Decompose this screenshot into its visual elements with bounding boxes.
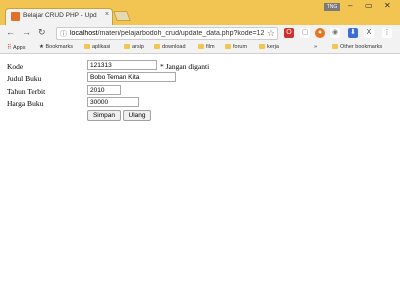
- extension-x-icon[interactable]: X: [364, 28, 374, 38]
- folder-icon: [259, 44, 265, 49]
- tab-title: Belajar CRUD PHP - Upd: [23, 12, 97, 19]
- opera-extension-icon[interactable]: O: [284, 28, 294, 38]
- star-icon: ★: [39, 44, 44, 50]
- browser-titlebar: Belajar CRUD PHP - Upd × ТNG – ▭ ✕: [0, 0, 400, 25]
- kode-input[interactable]: 121313: [87, 60, 157, 70]
- bookmark-star-icon[interactable]: ☆: [267, 28, 275, 39]
- extension-eye-icon[interactable]: ◉: [330, 28, 340, 38]
- simpan-button[interactable]: Simpan: [87, 110, 121, 121]
- bookmark-aplikasi[interactable]: aplikasi: [84, 44, 110, 50]
- forward-icon[interactable]: →: [22, 27, 31, 37]
- folder-icon: [154, 44, 160, 49]
- browser-tab[interactable]: Belajar CRUD PHP - Upd ×: [5, 8, 113, 25]
- field-label: Harga Buku: [7, 99, 44, 108]
- folder-icon: [84, 44, 90, 49]
- bookmark-download[interactable]: download: [154, 44, 186, 50]
- back-icon[interactable]: ←: [6, 27, 15, 37]
- ulang-button[interactable]: Ulang: [123, 110, 151, 121]
- folder-icon: [332, 44, 338, 49]
- kode-note: * Jangan diganti: [160, 62, 210, 71]
- judul-input[interactable]: Bobo Teman Kita: [87, 72, 176, 82]
- address-bar[interactable]: ⓘ localhost/materi/pelajarbodoh_crud/upd…: [56, 27, 278, 40]
- bookmark-bookmarks[interactable]: ★ Bookmarks: [39, 44, 73, 50]
- field-label: Kode: [7, 62, 24, 71]
- bookmark-forum[interactable]: forum: [225, 44, 247, 50]
- page-favicon-icon: [11, 12, 20, 21]
- close-window-icon[interactable]: ✕: [384, 1, 391, 10]
- harga-input[interactable]: 30000: [87, 97, 139, 107]
- minimize-icon[interactable]: –: [348, 1, 352, 10]
- folder-icon: [225, 44, 231, 49]
- browser-toolbar: ← → ↻ ⓘ localhost/materi/pelajarbodoh_cr…: [0, 25, 400, 42]
- maximize-icon[interactable]: ▭: [365, 1, 373, 10]
- url-text[interactable]: localhost/materi/pelajarbodoh_crud/updat…: [70, 30, 265, 37]
- field-label: Judul Buku: [7, 74, 42, 83]
- extension-blue-icon[interactable]: ⬇: [348, 28, 358, 38]
- reload-icon[interactable]: ↻: [38, 27, 46, 38]
- bookmark-apps[interactable]: ⠿ Apps: [7, 44, 25, 51]
- more-bookmarks-icon[interactable]: »: [314, 44, 317, 50]
- bookmark-arsip[interactable]: arsip: [124, 44, 144, 50]
- tahun-input[interactable]: 2010: [87, 85, 121, 95]
- bookmark-other[interactable]: Other bookmarks: [332, 44, 382, 50]
- folder-icon: [198, 44, 204, 49]
- menu-icon[interactable]: ⋮: [382, 28, 392, 38]
- profile-badge[interactable]: ТNG: [324, 3, 340, 11]
- bookmark-kerja[interactable]: kerja: [259, 44, 279, 50]
- bookmarks-bar: ⠿ Apps ★ Bookmarks aplikasi arsip downlo…: [0, 42, 400, 54]
- apps-grid-icon: ⠿: [7, 45, 12, 51]
- field-label: Tahun Terbit: [7, 87, 46, 96]
- bookmark-film[interactable]: film: [198, 44, 215, 50]
- extension-orange-icon[interactable]: ●: [315, 28, 325, 38]
- new-tab-button[interactable]: [113, 11, 131, 21]
- info-icon[interactable]: ⓘ: [60, 29, 67, 39]
- extension-gray-icon[interactable]: ▢: [300, 28, 310, 38]
- folder-icon: [124, 44, 130, 49]
- tab-close-icon[interactable]: ×: [105, 11, 109, 18]
